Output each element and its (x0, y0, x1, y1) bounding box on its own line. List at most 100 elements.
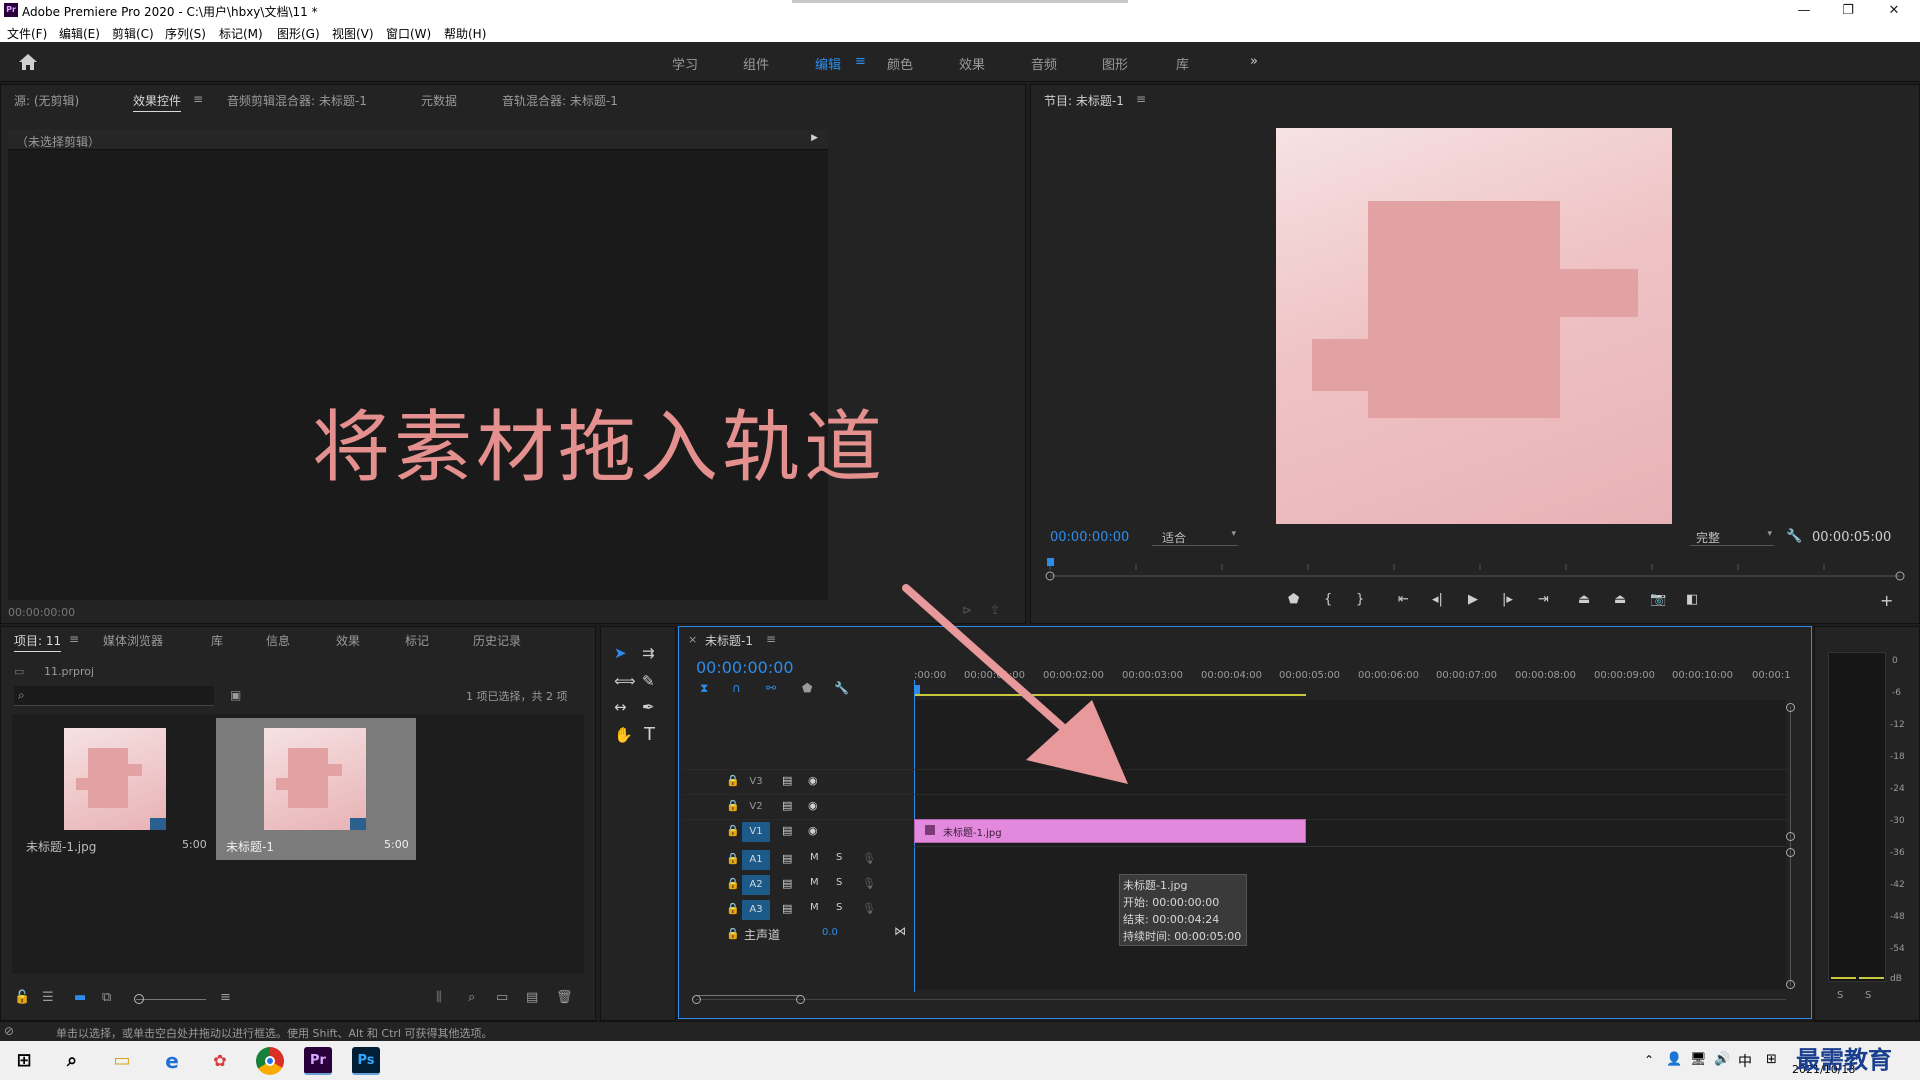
menu-file[interactable]: 文件(F) (7, 25, 47, 42)
mute-button[interactable]: M (810, 852, 819, 863)
snap-icon[interactable]: ∩ (732, 681, 741, 695)
lock-icon[interactable]: 🔒 (726, 824, 740, 837)
tab-audio-clip-mixer[interactable]: 音频剪辑混合器: 未标题-1 (227, 92, 367, 109)
eye-icon[interactable]: ◉ (808, 799, 818, 812)
project-item[interactable]: 未标题-1.jpg 5:00 (14, 718, 214, 858)
close-button[interactable]: ✕ (1874, 2, 1914, 20)
close-sequence-icon[interactable]: × (688, 633, 697, 646)
lock-icon[interactable]: 🔒 (726, 799, 740, 812)
program-scrub-bar[interactable] (1044, 556, 1906, 584)
workspace-overflow-icon[interactable]: » (1250, 54, 1258, 69)
scroll-handle-audio-top[interactable] (1786, 848, 1795, 857)
timeline-timecode[interactable]: 00:00:00:00 (696, 658, 794, 677)
menu-view[interactable]: 视图(V) (332, 25, 374, 42)
tab-info[interactable]: 信息 (266, 632, 290, 649)
lock-icon[interactable]: 🔒 (726, 852, 740, 865)
zoom-slider-handle[interactable] (134, 994, 144, 1004)
expand-arrow-icon[interactable]: ▶ (811, 133, 818, 143)
track-label[interactable]: V1 (742, 822, 770, 842)
program-menu-icon[interactable]: ≡ (1136, 92, 1146, 106)
horizontal-scroll-handle-right[interactable] (796, 995, 805, 1004)
tray-user-icon[interactable]: 👤 (1666, 1052, 1682, 1067)
tab-audio-track-mixer[interactable]: 音轨混合器: 未标题-1 (502, 92, 618, 109)
play-icon[interactable]: ▶ (1468, 592, 1478, 607)
tab-history[interactable]: 历史记录 (473, 632, 521, 649)
add-button-icon[interactable]: + (1880, 591, 1893, 610)
workspace-effects[interactable]: 效果 (959, 54, 985, 73)
home-icon[interactable] (18, 53, 38, 71)
microphone-icon[interactable]: 🎙 (862, 877, 876, 890)
sequence-menu-icon[interactable]: ≡ (766, 632, 776, 646)
add-marker-icon[interactable]: ⬟ (802, 681, 812, 695)
sync-lock-icon[interactable]: ▤ (782, 774, 792, 787)
sync-lock-icon[interactable]: ▤ (782, 799, 792, 812)
horizontal-scroll-handle-left[interactable] (692, 995, 701, 1004)
freeform-view-icon[interactable]: ⧉ (102, 990, 111, 1005)
razor-tool-icon[interactable]: ✎ (642, 672, 655, 690)
horizontal-scrollbar[interactable] (696, 995, 802, 1003)
network-icon[interactable]: 🖥 (1690, 1052, 1707, 1067)
menu-graphics[interactable]: 图形(G) (277, 25, 320, 42)
track-label[interactable]: A1 (742, 850, 770, 870)
tab-project[interactable]: 项目: 11 (14, 632, 62, 652)
hand-tool-icon[interactable]: ✋ (614, 726, 633, 744)
list-view-icon[interactable]: ☰ (42, 990, 54, 1005)
minimize-button[interactable]: — (1784, 2, 1824, 20)
solo-right-button[interactable]: S (1865, 990, 1871, 1001)
menu-help[interactable]: 帮助(H) (444, 25, 486, 42)
icon-view-icon[interactable]: ▬ (74, 990, 86, 1005)
wrench-icon[interactable]: 🔧 (1786, 529, 1802, 544)
tray-expand-icon[interactable]: ⌃ (1644, 1053, 1654, 1067)
step-back-icon[interactable]: ◂| (1432, 592, 1443, 607)
workspace-graphics[interactable]: 图形 (1102, 54, 1128, 73)
program-monitor-title[interactable]: 节目: 未标题-1 (1044, 92, 1124, 109)
tab-metadata[interactable]: 元数据 (421, 92, 457, 109)
new-item-icon[interactable]: ▤ (526, 990, 538, 1005)
selection-tool-icon[interactable]: ➤ (614, 644, 627, 662)
workspace-menu-icon[interactable]: ≡ (855, 54, 866, 69)
solo-button[interactable]: S (836, 852, 842, 863)
new-search-bin-icon[interactable]: ▣ (230, 688, 241, 702)
automate-icon[interactable]: ⫼ (436, 990, 442, 1005)
restore-button[interactable]: ❐ (1828, 2, 1868, 20)
solo-button[interactable]: S (836, 877, 842, 888)
mark-out-icon[interactable]: } (1356, 592, 1364, 607)
mute-button[interactable]: M (810, 902, 819, 913)
effect-controls-menu-icon[interactable]: ≡ (193, 92, 203, 106)
tab-effect-controls[interactable]: 效果控件 (133, 92, 182, 112)
master-volume-value[interactable]: 0.0 (822, 927, 838, 938)
tab-sequence[interactable]: 未标题-1 (705, 632, 753, 649)
go-to-out-icon[interactable]: ⇥ (1538, 592, 1549, 607)
lock-icon[interactable]: 🔓 (14, 990, 30, 1005)
zoom-slider[interactable] (136, 999, 206, 1000)
sync-lock-icon[interactable]: ▤ (782, 877, 792, 890)
keyboard-layout-icon[interactable]: ⊞ (1766, 1052, 1777, 1067)
sort-icon[interactable]: ≡ (220, 990, 231, 1005)
vertical-scrollbar[interactable] (1790, 706, 1791, 986)
scroll-handle-video-bottom[interactable] (1786, 832, 1795, 841)
menu-markers[interactable]: 标记(M) (219, 25, 263, 42)
lift-icon[interactable]: ⏏ (1578, 592, 1590, 607)
pen-tool-icon[interactable]: ✒ (642, 698, 655, 716)
tab-source[interactable]: 源: (无剪辑) (14, 92, 79, 109)
timeline-clip[interactable]: 未标题-1.jpg (914, 819, 1306, 843)
file-explorer-icon[interactable]: ▭ (108, 1047, 136, 1075)
sync-lock-icon[interactable]: ▤ (782, 824, 792, 837)
project-menu-icon[interactable]: ≡ (69, 632, 79, 646)
go-to-in-icon[interactable]: ⇤ (1398, 592, 1409, 607)
menu-window[interactable]: 窗口(W) (386, 25, 431, 42)
mark-in-icon[interactable]: { (1324, 592, 1332, 607)
workspace-color[interactable]: 颜色 (887, 54, 913, 73)
photoshop-taskbar-icon[interactable]: Ps (352, 1047, 380, 1075)
microphone-icon[interactable]: 🎙 (862, 852, 876, 865)
lock-icon[interactable]: 🔒 (726, 774, 740, 787)
solo-button[interactable]: S (836, 902, 842, 913)
go-to-end-icon[interactable]: ⋈ (894, 924, 906, 938)
tab-effects[interactable]: 效果 (336, 632, 360, 649)
type-tool-icon[interactable]: T (644, 724, 655, 745)
chrome-icon[interactable] (256, 1047, 284, 1075)
project-search-input[interactable]: ⌕ (14, 686, 214, 706)
project-item-selected[interactable]: 未标题-1 5:00 (216, 718, 416, 860)
ripple-edit-tool-icon[interactable]: ⟺ (614, 672, 636, 690)
trash-icon[interactable]: 🗑 (556, 990, 573, 1005)
